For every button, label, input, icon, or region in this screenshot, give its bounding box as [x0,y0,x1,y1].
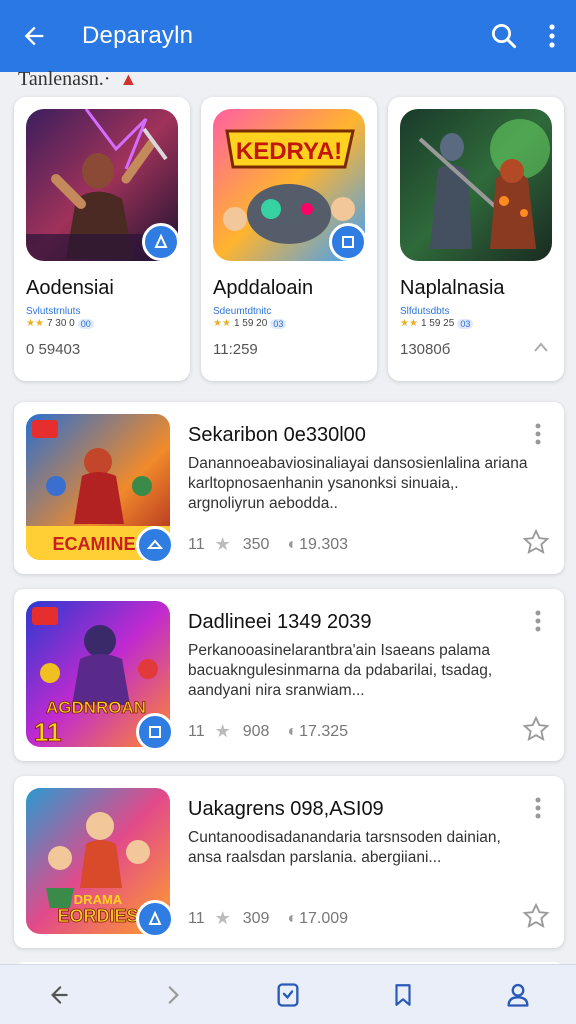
more-vert-icon [535,423,541,445]
game-name: Naplalnasia [400,277,505,299]
item-menu-button[interactable] [534,609,546,638]
search-button[interactable] [480,0,528,72]
nav-profile-button[interactable] [488,965,548,1024]
more-vert-icon [535,797,541,819]
rating-pill: 03 [457,318,474,329]
favorite-button[interactable] [522,902,550,935]
badge-icon [329,223,367,261]
star-outline-icon [522,902,550,928]
star-icon: ★ [214,908,231,928]
game-size: 0 59403 [26,341,81,358]
list-item-meta: 11 ★ 350 ◐ 19.303 [188,534,358,555]
game-subtitle: Sdeumtdtnitc [213,306,272,317]
item-count: 11 [188,909,205,927]
featured-grid: Aodensiai Svlutstrnluts ★★ 7 30 0 00 0 5… [14,97,564,381]
rating-value: 908 [242,722,270,740]
download-icon[interactable] [532,339,550,362]
featured-card[interactable]: KEDRYA! Apddaloain Sdeumtdtnitc ★★ 1 59 … [201,97,377,381]
stars-icon: ★★ [26,318,44,329]
nav-forward-button[interactable] [143,965,203,1024]
list-item[interactable]: AGDNROAN 11 Dadlineei 1349 2039 Perkanoo… [14,589,564,761]
list-item-title: Uakagrens 098,ASI09 [188,798,384,820]
rating-value: 7 30 0 [46,318,75,329]
rating-value: 309 [242,909,270,927]
rating-value: 1 59 20 [233,318,268,329]
rating-pill: 00 [77,318,94,329]
rating-value: 1 59 25 [420,318,455,329]
game-subtitle: Slfdutsdbts [400,306,450,317]
badge-icon [142,223,180,261]
star-icon: ★ [214,534,231,554]
home-tab-icon [277,982,299,1007]
game-name: Aodensiai [26,277,114,299]
stars-icon: ★★ [213,318,231,329]
section-title-text: Tanlenasn.· [18,68,111,90]
download-count-icon: ◐ [287,909,298,927]
thumbnail-logo-text: EORDIES [57,906,138,926]
thumbnail-logo-text: ECAMINE [52,534,135,554]
page-title: Deparayln [82,22,194,49]
list-item-description: Danannoeabaviosinaliayai dansosienlalina… [188,455,528,512]
game-subtitle: Svlutstrnluts [26,306,81,317]
nav-back-button[interactable] [28,965,88,1024]
list-item-meta: 11 ★ 309 ◐ 17.009 [188,908,358,929]
badge-icon [136,900,174,938]
bookmark-icon [395,983,411,1006]
list-item-title: Dadlineei 1349 2039 [188,611,372,633]
game-thumbnail [400,109,552,261]
more-vert-icon [549,24,555,48]
list-item[interactable]: DRAMA EORDIES Uakagrens 098,ASI09 Cuntan… [14,776,564,948]
back-button[interactable] [0,0,68,72]
download-count: 17.009 [299,909,349,927]
svg-text:11: 11 [34,717,62,747]
item-count: 11 [188,722,205,740]
forward-nav-icon [168,985,179,1004]
featured-card[interactable]: Aodensiai Svlutstrnluts ★★ 7 30 0 00 0 5… [14,97,190,381]
stars-icon: ★★ [400,318,418,329]
search-icon [492,24,517,49]
section-title: Tanlenasn.· ▲ [18,68,137,91]
list-item-title: Sekaribon 0e330l00 [188,424,366,446]
list-item-description: Perkanooasinelarantbra'ain Isaeans palam… [188,642,493,699]
nav-home-button[interactable] [258,965,318,1024]
badge-icon [136,526,174,564]
thumbnail-logo-text: AGDNROAN [46,698,146,717]
star-outline-icon [522,528,550,554]
game-size: 11:259 [213,341,258,358]
bottom-navigation [0,964,576,1024]
star-icon: ★ [214,721,231,741]
rating-pill: 03 [270,318,287,329]
arrow-left-icon [24,26,44,46]
rating-row: ★★ 1 59 20 03 [213,318,287,329]
rating-row: ★★ 7 30 0 00 [26,318,94,329]
featured-card[interactable]: Naplalnasia Slfdutsdbts ★★ 1 59 25 03 13… [388,97,564,381]
download-count: 17.325 [299,722,349,740]
star-outline-icon [522,715,550,741]
favorite-button[interactable] [522,715,550,748]
rating-value: 350 [242,535,270,553]
nav-bookmark-button[interactable] [373,965,433,1024]
favorite-button[interactable] [522,528,550,561]
item-menu-button[interactable] [534,796,546,825]
profile-icon [507,983,529,1007]
download-count: 19.303 [299,535,349,553]
app-bar: Deparayln [0,0,576,72]
rating-row: ★★ 1 59 25 03 [400,318,474,329]
item-count: 11 [188,535,205,553]
game-size: 13080б [400,341,451,358]
download-count-icon: ◐ [287,535,298,553]
list-item-meta: 11 ★ 908 ◐ 17.325 [188,721,358,742]
list-item-description: Cuntanoodisadanandaria tarsnsoden dainia… [188,829,501,866]
more-vert-icon [535,610,541,632]
badge-icon [136,713,174,751]
svg-text:DRAMA: DRAMA [74,892,123,907]
overflow-menu-button[interactable] [528,0,576,72]
flame-icon: ▲ [119,69,138,89]
list-item[interactable]: ECAMINE Sekaribon 0e330l00 Danannoeabavi… [14,402,564,574]
download-count-icon: ◐ [287,722,298,740]
back-nav-icon [50,985,68,1004]
svg-text:KEDRYA!: KEDRYA! [236,138,342,165]
item-menu-button[interactable] [534,422,546,451]
game-name: Apddaloain [213,277,314,299]
